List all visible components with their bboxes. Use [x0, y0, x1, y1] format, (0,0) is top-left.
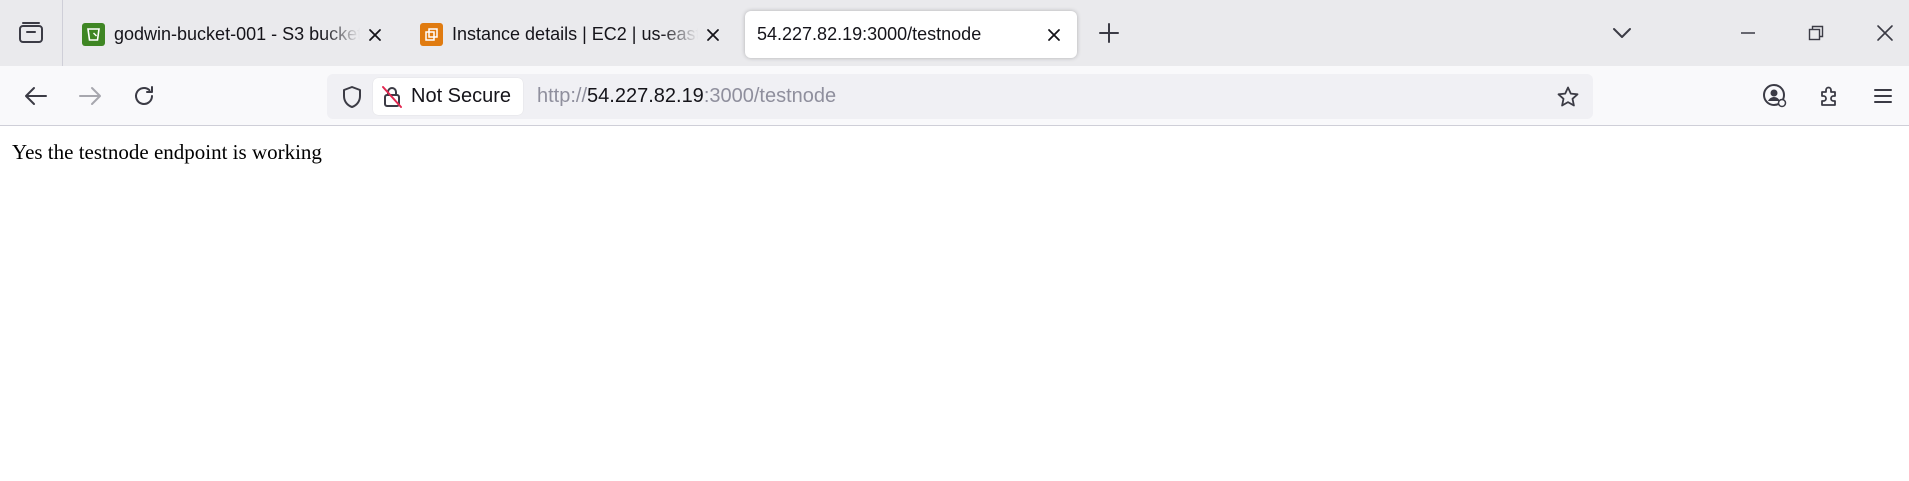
puzzle-piece-icon — [1821, 86, 1836, 106]
not-secure-label: Not Secure — [411, 85, 512, 107]
tab-ec2-instance[interactable]: Instance details | EC2 | us-east-1 — [402, 11, 736, 58]
new-tab-button[interactable] — [1094, 18, 1124, 48]
tab-title: Instance details | EC2 | us-east-1 — [452, 24, 698, 44]
reload-icon — [135, 86, 153, 105]
url-host: 54.227.82.19 — [587, 85, 704, 107]
close-tab-icon[interactable] — [364, 24, 386, 46]
s3-bucket-icon — [82, 23, 105, 46]
tab-strip: godwin-bucket-001 - S3 bucket Instance d… — [0, 0, 1909, 66]
account-button[interactable] — [1758, 79, 1792, 113]
back-button[interactable] — [19, 79, 53, 113]
restore-icon — [1808, 25, 1824, 41]
account-icon — [1763, 84, 1787, 108]
tab-title: 54.227.82.19:3000/testnode — [757, 24, 982, 44]
extensions-button[interactable] — [1812, 79, 1846, 113]
close-tab-icon[interactable] — [1043, 24, 1065, 46]
restore-button[interactable] — [1799, 16, 1833, 50]
tab-s3-bucket[interactable]: godwin-bucket-001 - S3 bucket — [64, 11, 398, 58]
arrow-left-icon — [25, 87, 47, 105]
page-body-text: Yes the testnode endpoint is working — [12, 140, 322, 164]
hamburger-menu-icon — [1874, 89, 1892, 103]
ec2-instance-icon — [420, 23, 443, 46]
minimize-icon — [1741, 32, 1755, 34]
firefox-view-button[interactable] — [0, 0, 63, 66]
reload-button[interactable] — [127, 79, 161, 113]
plus-icon — [1099, 23, 1119, 43]
navigation-toolbar: Not Secure http://54.227.82.19:3000/test… — [0, 66, 1909, 126]
forward-button[interactable] — [73, 79, 107, 113]
list-all-tabs-button[interactable] — [1605, 16, 1639, 50]
insecure-lock-icon — [382, 85, 402, 108]
app-menu-button[interactable] — [1866, 79, 1900, 113]
tab-title: godwin-bucket-001 - S3 bucket — [114, 24, 360, 44]
close-icon — [1877, 25, 1893, 41]
url-text[interactable]: http://54.227.82.19:3000/testnode — [537, 74, 836, 119]
url-scheme: http:// — [537, 85, 588, 107]
chevron-down-icon — [1613, 28, 1631, 38]
minimize-button[interactable] — [1731, 16, 1765, 50]
url-path: :3000/testnode — [703, 85, 837, 107]
firefox-view-icon — [19, 22, 43, 43]
close-tab-icon[interactable] — [702, 24, 724, 46]
close-window-button[interactable] — [1868, 16, 1902, 50]
site-security-indicator[interactable]: Not Secure — [373, 78, 524, 115]
bookmark-star-icon[interactable] — [1555, 84, 1581, 110]
tab-testnode[interactable]: 54.227.82.19:3000/testnode — [745, 11, 1077, 58]
address-bar[interactable]: Not Secure http://54.227.82.19:3000/test… — [327, 74, 1593, 119]
arrow-right-icon — [79, 87, 101, 105]
tracking-protection-shield-icon[interactable] — [339, 84, 365, 110]
